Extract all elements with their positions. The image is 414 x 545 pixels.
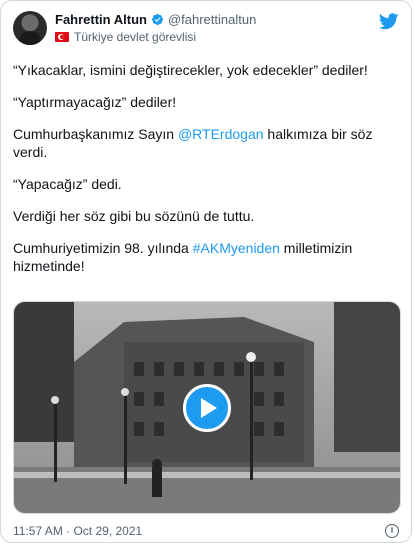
gov-label: Türkiye devlet görevlisi xyxy=(74,30,197,44)
tweet-paragraph-3: Cumhurbaşkanımız Sayın @RTErdogan halkım… xyxy=(13,125,401,161)
paragraph-3-text-a: Cumhurbaşkanımız Sayın xyxy=(13,126,178,142)
display-name[interactable]: Fahrettin Altun xyxy=(55,12,147,27)
info-icon[interactable]: i xyxy=(385,524,399,538)
paragraph-6-text-a: Cumhuriyetimizin 98. yılında xyxy=(13,240,193,256)
tweet-footer: 11:57 AM · Oct 29, 2021 i xyxy=(13,522,399,540)
tweet-card[interactable]: Fahrettin Altun @fahrettinaltun Türkiye … xyxy=(0,0,412,543)
tweet-paragraph-6: Cumhuriyetimizin 98. yılında #AKMyeniden… xyxy=(13,239,401,275)
tweet-paragraph-2: “Yaptırmayacağız” dediler! xyxy=(13,94,177,110)
handle[interactable]: @fahrettinaltun xyxy=(168,12,256,27)
gov-label-row: Türkiye devlet görevlisi xyxy=(55,30,196,44)
twitter-bird-icon[interactable] xyxy=(379,13,399,30)
timestamp[interactable]: 11:57 AM · Oct 29, 2021 xyxy=(13,524,142,538)
hashtag-link[interactable]: #AKMyeniden xyxy=(193,240,280,256)
play-icon xyxy=(201,398,217,418)
tweet-paragraph-1: “Yıkacaklar, ismini değiştirecekler, yok… xyxy=(13,62,368,78)
tweet-header: Fahrettin Altun @fahrettinaltun Türkiye … xyxy=(13,9,399,49)
tweet-paragraph-5: Verdiği her söz gibi bu sözünü de tuttu. xyxy=(13,208,255,224)
play-button[interactable] xyxy=(183,384,231,432)
tweet-paragraph-4: “Yapacağız” dedi. xyxy=(13,176,122,192)
verified-badge-icon xyxy=(151,13,164,26)
avatar[interactable] xyxy=(13,11,47,45)
author-name-row[interactable]: Fahrettin Altun @fahrettinaltun xyxy=(55,12,256,27)
video-media[interactable] xyxy=(13,301,401,514)
mention-link[interactable]: @RTErdogan xyxy=(178,126,264,142)
tweet-text: “Yıkacaklar, ismini değiştirecekler, yok… xyxy=(13,61,401,289)
turkey-flag-icon xyxy=(55,32,69,42)
